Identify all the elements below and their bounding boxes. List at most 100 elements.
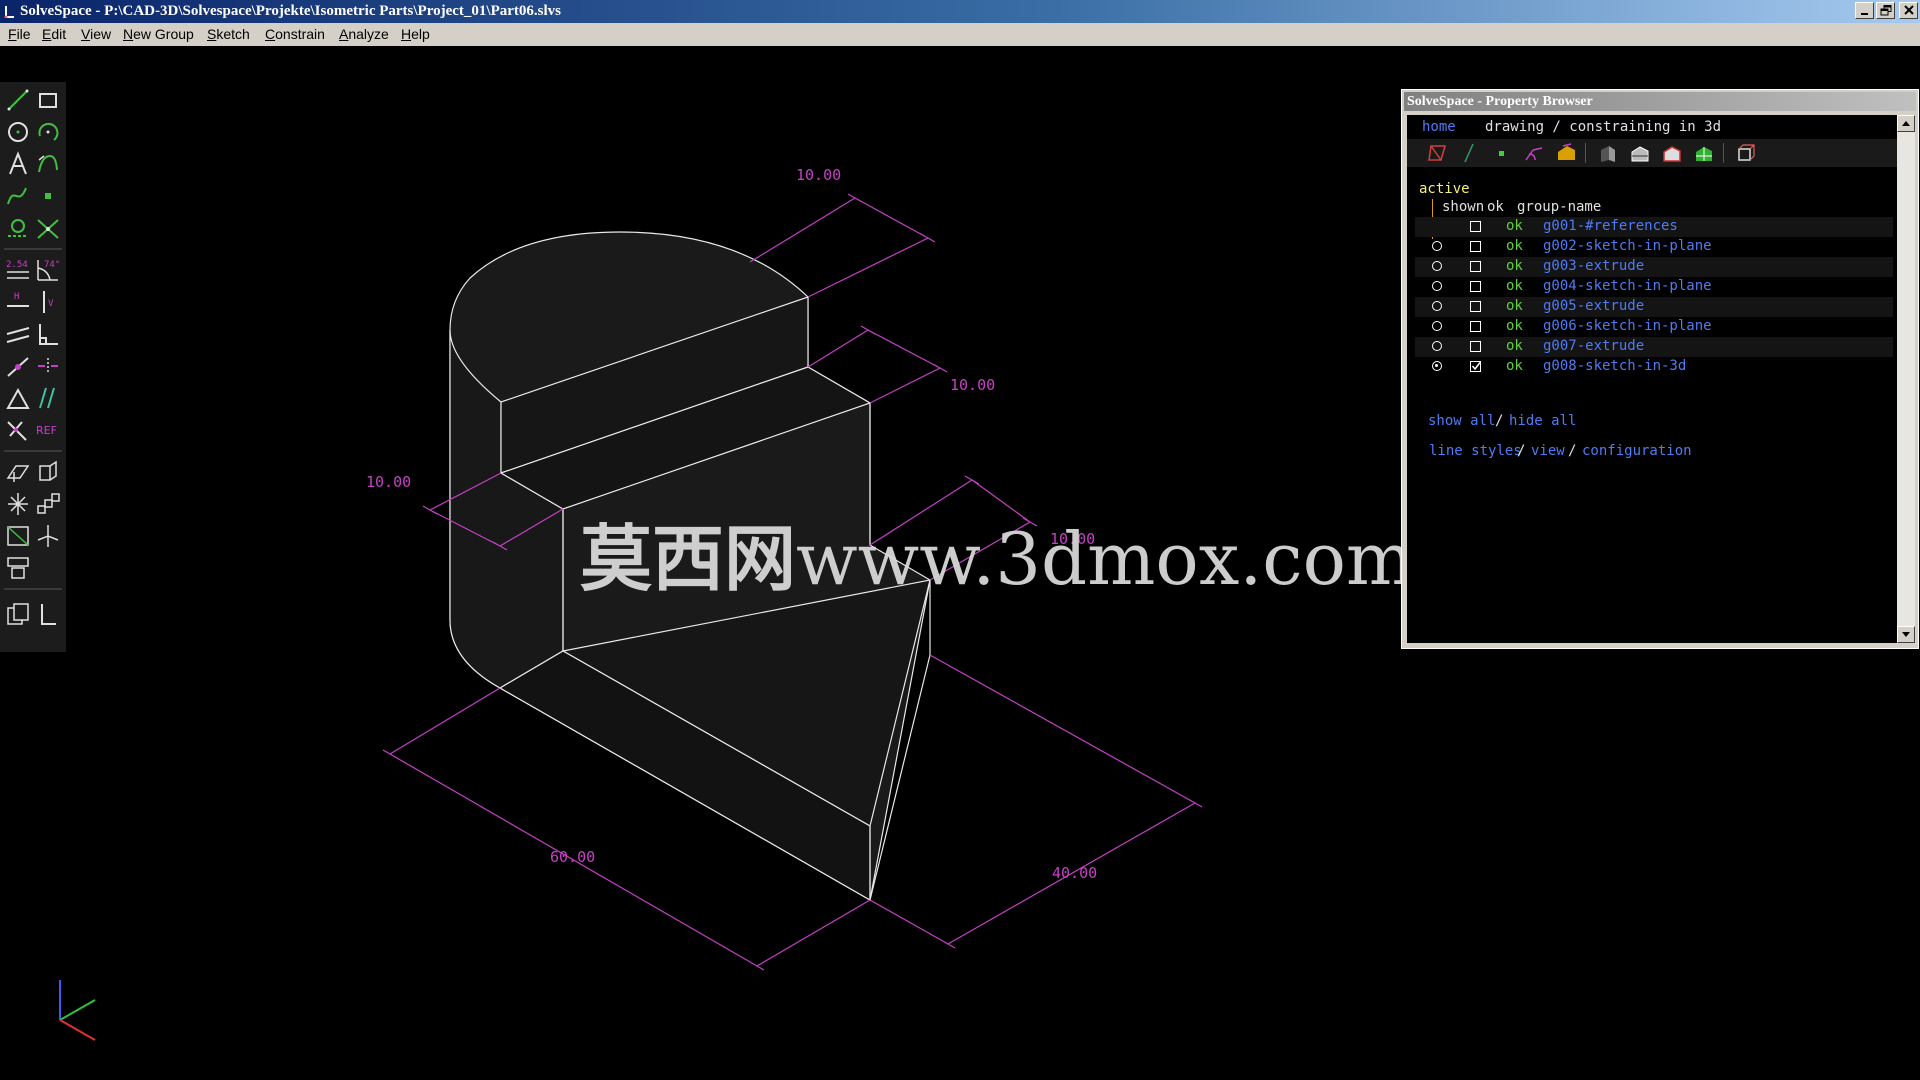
group-name-link[interactable]: g005-extrude — [1543, 298, 1644, 314]
hide-all-link[interactable]: hide all — [1509, 413, 1576, 429]
dimension-label[interactable]: 10.00 — [796, 166, 841, 184]
lathe-icon[interactable] — [4, 490, 32, 518]
activate-group-radio[interactable] — [1432, 341, 1442, 351]
hide-points-icon[interactable] — [1491, 142, 1513, 164]
other-angle-icon[interactable] — [34, 384, 62, 412]
active-label: active — [1419, 181, 1470, 197]
toolbar-separator — [4, 248, 62, 250]
show-outlines-icon[interactable] — [1661, 142, 1683, 164]
minimize-button[interactable] — [1855, 2, 1874, 19]
activate-group-radio[interactable] — [1432, 241, 1442, 251]
group-name-link[interactable]: g002-sketch-in-plane — [1543, 238, 1712, 254]
activate-group-radio[interactable] — [1432, 281, 1442, 291]
shown-checkbox[interactable] — [1470, 361, 1481, 372]
hide-constraints-icon[interactable] — [1523, 142, 1545, 164]
group-name-link[interactable]: g003-extrude — [1543, 258, 1644, 274]
group-name-link[interactable]: g001-#references — [1543, 218, 1678, 234]
vertical-icon[interactable]: V — [34, 288, 62, 316]
rectangle-icon[interactable] — [34, 86, 62, 114]
group-ok-status: ok — [1506, 338, 1523, 354]
activate-group-radio[interactable] — [1432, 301, 1442, 311]
menu-file[interactable]: File — [8, 26, 31, 42]
menu-analyze[interactable]: Analyze — [339, 26, 389, 42]
bezier-icon[interactable] — [4, 182, 32, 210]
menu-view[interactable]: View — [81, 26, 111, 42]
group-row: ok g008-sketch-in-3d — [1415, 357, 1893, 377]
solvespace-app-icon — [4, 6, 14, 18]
step-translate-icon[interactable] — [34, 490, 62, 518]
shown-header: shown — [1442, 199, 1485, 215]
shown-checkbox[interactable] — [1470, 261, 1481, 272]
menu-constrain[interactable]: Constrain — [265, 26, 325, 42]
hide-normals-icon[interactable] — [1459, 142, 1481, 164]
home-link[interactable]: home — [1422, 119, 1456, 135]
hide-faces-icon[interactable] — [1555, 142, 1577, 164]
parallel-icon[interactable] — [4, 320, 32, 348]
angle-icon[interactable]: 74° — [34, 256, 62, 284]
dimension-label[interactable]: 40.00 — [1052, 864, 1097, 882]
show-hidden-lines-icon[interactable] — [1735, 142, 1757, 164]
scroll-up-icon — [1902, 121, 1910, 126]
menu-new-group[interactable]: New Group — [123, 26, 194, 42]
workplane-icon[interactable] — [4, 458, 32, 486]
show-all-link[interactable]: show all — [1428, 413, 1495, 429]
dimension-label[interactable]: 60.00 — [550, 848, 595, 866]
distance-icon[interactable]: 2.54 — [4, 256, 32, 284]
group-row: ok g006-sketch-in-plane — [1415, 317, 1893, 337]
shown-checkbox[interactable] — [1470, 301, 1481, 312]
shown-checkbox[interactable] — [1470, 341, 1481, 352]
text-icon[interactable] — [4, 150, 32, 178]
arc-icon[interactable] — [34, 118, 62, 146]
line-styles-link[interactable]: line styles — [1429, 443, 1522, 459]
show-edges-icon[interactable] — [1629, 142, 1651, 164]
dimension-label[interactable]: 10.00 — [950, 376, 995, 394]
extrude-icon[interactable] — [34, 458, 62, 486]
configuration-link[interactable]: configuration — [1582, 443, 1692, 459]
menu-edit[interactable]: Edit — [42, 26, 66, 42]
show-shaded-icon[interactable] — [1597, 142, 1619, 164]
group-name-link[interactable]: g004-sketch-in-plane — [1543, 278, 1712, 294]
restore-button[interactable] — [1876, 2, 1895, 19]
menu-help[interactable]: Help — [401, 26, 430, 42]
shown-checkbox[interactable] — [1470, 321, 1481, 332]
activate-group-radio[interactable] — [1432, 361, 1442, 371]
line-icon[interactable] — [4, 86, 32, 114]
menu-help-label: elp — [411, 26, 430, 42]
split-icon[interactable] — [34, 214, 62, 242]
reference-toggle-icon[interactable] — [4, 416, 32, 444]
group-name-header: group-name — [1517, 199, 1602, 215]
circle-icon[interactable] — [4, 118, 32, 146]
sketch-in-3d-icon[interactable] — [34, 522, 62, 550]
close-button[interactable] — [1899, 2, 1918, 19]
horizontal-icon[interactable]: H — [4, 288, 32, 316]
group-name-link[interactable]: g007-extrude — [1543, 338, 1644, 354]
scroll-down-button[interactable] — [1897, 626, 1915, 643]
breadcrumb: drawing / constraining in 3d — [1485, 119, 1722, 135]
property-browser-scrollbar[interactable] — [1897, 115, 1915, 643]
dimension-label[interactable]: 10.00 — [366, 473, 411, 491]
tangent-arc-icon[interactable] — [34, 150, 62, 178]
nearest-iso-icon[interactable] — [34, 600, 62, 628]
assemble-icon[interactable] — [4, 554, 32, 582]
view-link[interactable]: view — [1531, 443, 1565, 459]
point-on-line-icon[interactable] — [4, 352, 32, 380]
group-name-link[interactable]: g008-sketch-in-3d — [1543, 358, 1686, 374]
menu-sketch[interactable]: Sketch — [207, 26, 250, 42]
shown-checkbox[interactable] — [1470, 221, 1481, 232]
activate-group-radio[interactable] — [1432, 321, 1442, 331]
symmetric-icon[interactable] — [34, 352, 62, 380]
show-mesh-icon[interactable] — [1693, 142, 1715, 164]
point-icon[interactable] — [34, 182, 62, 210]
scroll-up-button[interactable] — [1897, 115, 1915, 132]
equal-icon[interactable] — [4, 384, 32, 412]
link-icon[interactable] — [4, 600, 32, 628]
shown-checkbox[interactable] — [1470, 281, 1481, 292]
perpendicular-icon[interactable] — [34, 320, 62, 348]
hide-workplanes-icon[interactable] — [1427, 142, 1449, 164]
shown-checkbox[interactable] — [1470, 241, 1481, 252]
group-name-link[interactable]: g006-sketch-in-plane — [1543, 318, 1712, 334]
sketch-in-plane-icon[interactable] — [4, 522, 32, 550]
reference-icon[interactable]: REF — [34, 416, 62, 444]
activate-group-radio[interactable] — [1432, 261, 1442, 271]
construction-icon[interactable] — [4, 214, 32, 242]
